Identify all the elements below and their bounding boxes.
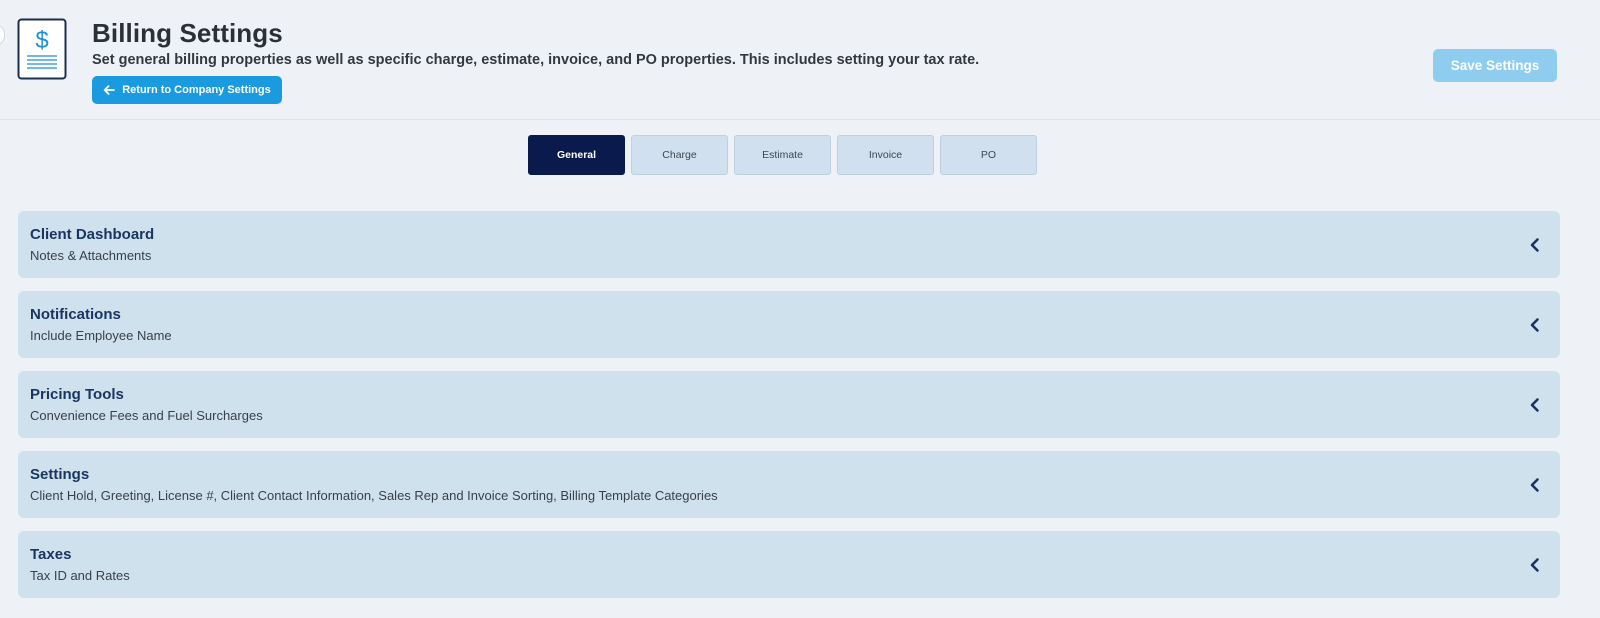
chevron-left-icon[interactable] [1528, 397, 1542, 413]
return-button-label: Return to Company Settings [122, 84, 271, 96]
chevron-left-icon[interactable] [1528, 317, 1542, 333]
section-notifications[interactable]: Notifications Include Employee Name [18, 291, 1560, 358]
section-description: Convenience Fees and Fuel Surcharges [30, 408, 263, 423]
sidebar-toggle-handle[interactable] [0, 24, 5, 46]
page-title: Billing Settings [92, 18, 283, 48]
tab-estimate[interactable]: Estimate [734, 135, 831, 175]
save-settings-button[interactable]: Save Settings [1433, 49, 1557, 82]
section-description: Include Employee Name [30, 328, 172, 343]
section-title: Client Dashboard [30, 226, 155, 243]
chevron-left-icon[interactable] [1528, 477, 1542, 493]
billing-tabs: General Charge Estimate Invoice PO [528, 135, 1037, 175]
section-title: Settings [30, 466, 90, 483]
section-description: Tax ID and Rates [30, 568, 130, 583]
section-description: Client Hold, Greeting, License #, Client… [30, 488, 718, 503]
section-title: Pricing Tools [30, 386, 124, 403]
section-title: Taxes [30, 546, 72, 563]
section-pricing-tools[interactable]: Pricing Tools Convenience Fees and Fuel … [18, 371, 1560, 438]
section-title: Notifications [30, 306, 121, 323]
return-to-company-settings-button[interactable]: Return to Company Settings [92, 76, 282, 104]
tab-general[interactable]: General [528, 135, 625, 175]
chevron-left-icon[interactable] [1528, 237, 1542, 253]
svg-text:$: $ [35, 27, 48, 54]
arrow-left-icon [103, 85, 116, 95]
section-taxes[interactable]: Taxes Tax ID and Rates [18, 531, 1560, 598]
settings-accordion: Client Dashboard Notes & Attachments Not… [18, 211, 1560, 611]
section-client-dashboard[interactable]: Client Dashboard Notes & Attachments [18, 211, 1560, 278]
billing-settings-page: $ Billing Settings Set general billing p… [0, 0, 1600, 618]
page-header: $ Billing Settings Set general billing p… [0, 0, 1600, 120]
tab-po[interactable]: PO [940, 135, 1037, 175]
tab-charge[interactable]: Charge [631, 135, 728, 175]
page-subtitle: Set general billing properties as well a… [92, 52, 980, 68]
tab-invoice[interactable]: Invoice [837, 135, 934, 175]
chevron-left-icon[interactable] [1528, 557, 1542, 573]
section-description: Notes & Attachments [30, 248, 152, 263]
section-settings[interactable]: Settings Client Hold, Greeting, License … [18, 451, 1560, 518]
dollar-document-icon: $ [17, 18, 67, 80]
